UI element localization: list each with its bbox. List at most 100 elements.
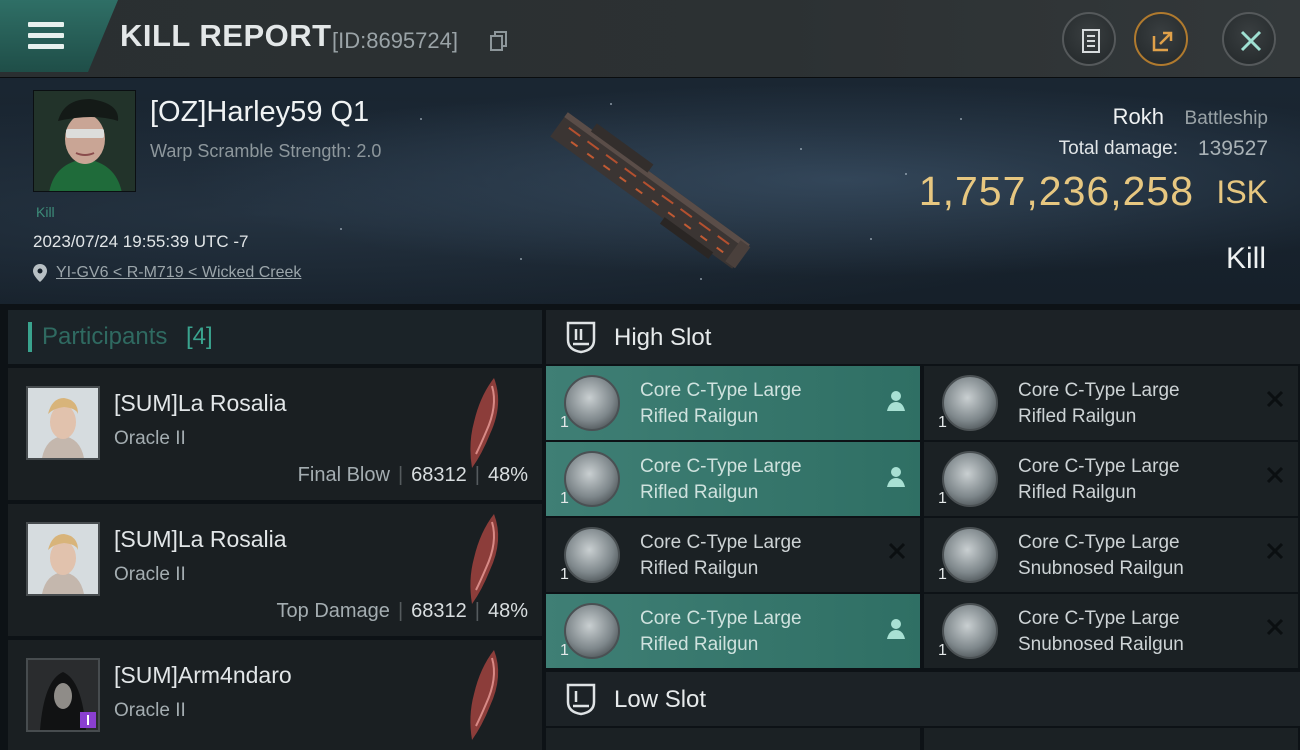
location-pin-icon bbox=[33, 264, 47, 282]
high-slot-label: High Slot bbox=[614, 324, 712, 351]
module-name: Core C-Type Large Snubnosed Railgun bbox=[1018, 608, 1184, 655]
hamburger-icon bbox=[28, 22, 64, 55]
participant-role: Final Blow bbox=[297, 464, 390, 486]
participant-ship: Oracle II bbox=[114, 700, 186, 721]
module-name: Core C-Type Large Rifled Railgun bbox=[640, 608, 802, 655]
kill-tag: Kill bbox=[36, 204, 55, 220]
module-item[interactable]: 1 Core C-Type Large Snubnosed Railgun bbox=[924, 518, 1298, 592]
x-icon bbox=[1266, 618, 1284, 636]
participant-ship-icon[interactable] bbox=[454, 374, 514, 474]
participant-ship: Oracle II bbox=[114, 428, 186, 449]
railgun-icon bbox=[942, 375, 998, 431]
person-icon bbox=[887, 391, 905, 411]
victim-banner: [OZ]Harley59 Q1 Warp Scramble Strength: … bbox=[0, 78, 1300, 304]
module-quantity: 1 bbox=[938, 566, 947, 583]
x-icon bbox=[888, 542, 906, 560]
participant-name[interactable]: [SUM]La Rosalia bbox=[114, 526, 287, 553]
pilot-portrait-image bbox=[28, 660, 98, 730]
railgun-icon bbox=[942, 451, 998, 507]
module-name: Core C-Type Large Rifled Railgun bbox=[1018, 456, 1180, 503]
menu-button[interactable] bbox=[0, 0, 118, 72]
victim-name[interactable]: [OZ]Harley59 Q1 bbox=[150, 96, 369, 129]
participants-count: [4] bbox=[186, 323, 213, 350]
low-slot-label: Low Slot bbox=[614, 686, 707, 713]
module-item[interactable]: 1 Core C-Type Large Rifled Railgun bbox=[924, 442, 1298, 516]
participant-stats: Top Damage | 68312 | 48% bbox=[277, 600, 528, 623]
share-button[interactable] bbox=[1134, 12, 1188, 66]
railgun-icon bbox=[564, 527, 620, 583]
participant-name[interactable]: [SUM]La Rosalia bbox=[114, 390, 287, 417]
module-item[interactable]: 1 Core C-Type Large Rifled Railgun bbox=[546, 518, 920, 592]
top-bar: KILL REPORT [ID:8695724] bbox=[0, 0, 1300, 78]
low-slot-header: Low Slot bbox=[546, 672, 1300, 726]
participant-row[interactable]: [SUM]Arm4ndaro Oracle II bbox=[8, 638, 542, 750]
divider: | bbox=[474, 600, 480, 622]
x-icon bbox=[1266, 390, 1284, 408]
participants-panel: Participants [4] [SUM]La Rosalia Oracle … bbox=[8, 310, 542, 750]
person-icon bbox=[887, 467, 905, 487]
module-item[interactable]: 1 Core C-Type Large Rifled Railgun bbox=[546, 442, 920, 516]
participant-avatar bbox=[26, 386, 100, 460]
kill-outcome: Kill bbox=[1225, 242, 1266, 275]
pilot-portrait-image bbox=[28, 388, 98, 458]
fittings-panel: High Slot 1 Core C-Type Large Rifled Rail… bbox=[546, 310, 1300, 750]
participant-avatar bbox=[26, 658, 100, 732]
module-name: Core C-Type Large Snubnosed Railgun bbox=[1018, 532, 1184, 579]
page-title: KILL REPORT bbox=[120, 18, 332, 53]
victim-ship-class: Battleship bbox=[1184, 108, 1268, 129]
participant-stats: Final Blow | 68312 | 48% bbox=[298, 464, 528, 487]
total-damage-value: 139527 bbox=[1197, 137, 1268, 160]
participant-ship-icon[interactable] bbox=[454, 646, 514, 746]
participant-role: Top Damage bbox=[276, 600, 390, 622]
high-slot-header: High Slot bbox=[546, 310, 1300, 364]
railgun-icon bbox=[564, 375, 620, 431]
pilot-portrait-image bbox=[34, 91, 135, 191]
participant-row[interactable]: [SUM]La Rosalia Oracle II Final Blow | 683… bbox=[8, 366, 542, 500]
module-quantity: 1 bbox=[938, 414, 947, 431]
module-item[interactable] bbox=[924, 728, 1298, 750]
x-icon bbox=[1266, 466, 1284, 484]
module-quantity: 1 bbox=[560, 566, 569, 583]
module-quantity: 1 bbox=[560, 490, 569, 507]
railgun-icon bbox=[942, 603, 998, 659]
railgun-icon bbox=[942, 527, 998, 583]
participant-percent: 48% bbox=[487, 464, 528, 486]
copy-icon[interactable] bbox=[490, 31, 508, 51]
close-button[interactable] bbox=[1222, 12, 1276, 66]
total-damage-label: Total damage: bbox=[1058, 138, 1178, 159]
participants-label: Participants bbox=[42, 323, 168, 350]
victim-portrait[interactable] bbox=[33, 90, 136, 192]
module-name: Core C-Type Large Rifled Railgun bbox=[1018, 380, 1180, 427]
report-document-button[interactable] bbox=[1062, 12, 1116, 66]
divider: | bbox=[397, 600, 404, 622]
module-item[interactable]: 1 Core C-Type Large Rifled Railgun bbox=[546, 366, 920, 440]
module-quantity: 1 bbox=[938, 490, 947, 507]
person-icon bbox=[887, 619, 905, 639]
low-slot-icon bbox=[566, 683, 596, 716]
participant-name[interactable]: [SUM]Arm4ndaro bbox=[114, 662, 292, 689]
divider: | bbox=[397, 464, 404, 486]
participant-row[interactable]: [SUM]La Rosalia Oracle II Top Damage | 683… bbox=[8, 502, 542, 636]
module-name: Core C-Type Large Rifled Railgun bbox=[640, 532, 802, 579]
module-item[interactable]: 1 Core C-Type Large Rifled Railgun bbox=[924, 366, 1298, 440]
warp-scramble-strength: Warp Scramble Strength: 2.0 bbox=[150, 141, 382, 161]
victim-ship-name[interactable]: Rokh bbox=[1113, 104, 1164, 130]
participant-damage: 68312 bbox=[411, 600, 467, 622]
module-item[interactable]: 1 Core C-Type Large Rifled Railgun bbox=[546, 594, 920, 668]
railgun-icon bbox=[564, 451, 620, 507]
participant-ship-icon[interactable] bbox=[454, 510, 514, 610]
module-name: Core C-Type Large Rifled Railgun bbox=[640, 456, 802, 503]
accent-bar bbox=[28, 322, 32, 352]
module-name: Core C-Type Large Rifled Railgun bbox=[640, 380, 802, 427]
module-item[interactable] bbox=[546, 728, 920, 750]
high-slot-icon bbox=[566, 321, 596, 354]
module-quantity: 1 bbox=[560, 414, 569, 431]
isk-unit: ISK bbox=[1216, 174, 1268, 210]
kill-location-link[interactable]: YI-GV6 < R-M719 < Wicked Creek bbox=[56, 264, 301, 282]
pilot-portrait-image bbox=[28, 524, 98, 594]
participants-header[interactable]: Participants [4] bbox=[8, 310, 542, 364]
document-icon bbox=[1082, 29, 1100, 53]
module-item[interactable]: 1 Core C-Type Large Snubnosed Railgun bbox=[924, 594, 1298, 668]
kill-id: [ID:8695724] bbox=[332, 28, 458, 53]
kill-datetime: 2023/07/24 19:55:39 UTC -7 bbox=[33, 232, 249, 251]
